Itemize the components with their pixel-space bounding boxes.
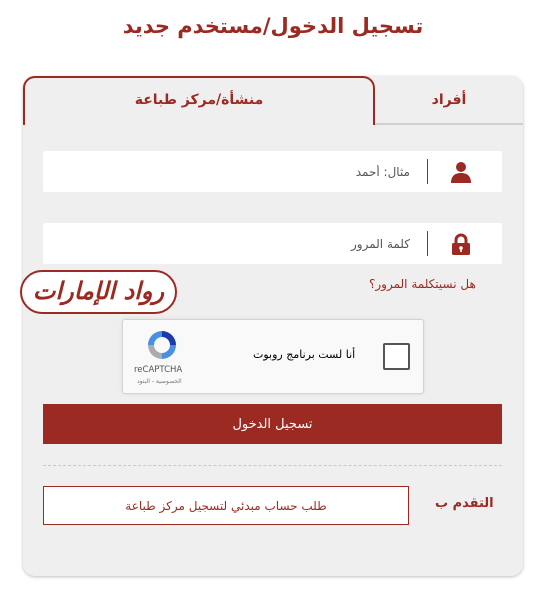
tab-organization[interactable]: منشأة/مركز طباعة	[23, 76, 375, 125]
recaptcha-logo-icon	[148, 331, 176, 359]
forgot-password-link[interactable]: هل نسيتكلمة المرور؟	[369, 277, 476, 291]
password-field	[43, 223, 502, 264]
field-separator	[427, 159, 428, 184]
field-separator	[427, 231, 428, 256]
username-field	[43, 151, 502, 192]
recaptcha-checkbox[interactable]	[383, 343, 410, 370]
login-panel: منشأة/مركز طباعة أفراد هل نسيتكلمة المرو…	[23, 76, 523, 576]
login-button[interactable]: تسجيل الدخول	[43, 404, 502, 444]
watermark-logo: رواد الإمارات	[20, 270, 177, 314]
recaptcha-brand: reCAPTCHA	[134, 365, 183, 375]
username-input[interactable]	[43, 151, 428, 192]
password-input[interactable]	[43, 223, 428, 264]
recaptcha-label: أنا لست برنامج روبوت	[253, 348, 356, 361]
user-icon	[451, 162, 471, 183]
apply-label: التقدم ب	[435, 496, 494, 511]
recaptcha-widget: أنا لست برنامج روبوت reCAPTCHA الخصوصية …	[122, 319, 424, 394]
recaptcha-terms-link[interactable]: الخصوصية - البنود	[137, 378, 182, 385]
tab-individuals[interactable]: أفراد	[375, 76, 523, 125]
request-account-button[interactable]: طلب حساب مبدئي لتسجيل مركز طباعة	[43, 486, 409, 525]
page-title: تسجيل الدخول/مستخدم جديد	[122, 14, 424, 38]
section-divider	[43, 465, 502, 466]
lock-icon	[452, 233, 470, 255]
